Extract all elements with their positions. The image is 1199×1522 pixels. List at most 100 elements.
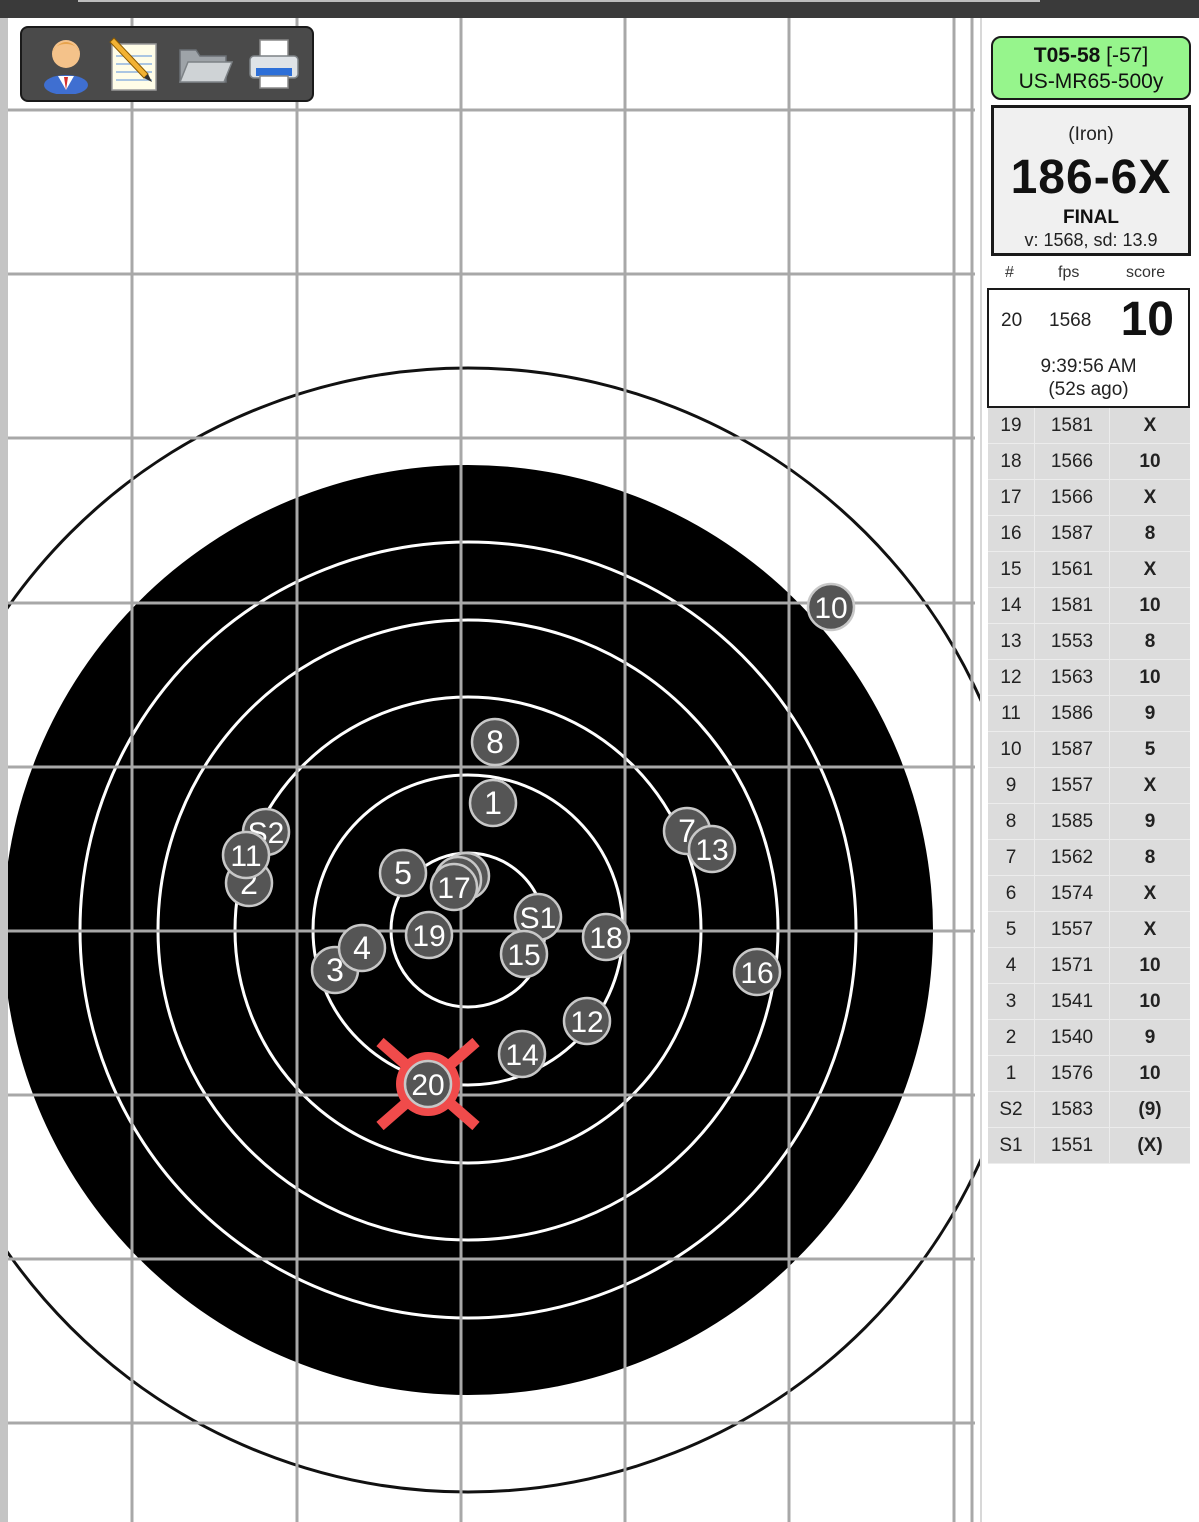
table-row[interactable]: 2 1540 9 (988, 1019, 1190, 1056)
shot-fps: 1540 (1034, 1019, 1110, 1056)
target-offset: [-57] (1106, 44, 1149, 67)
table-row[interactable]: 16 1587 8 (988, 515, 1190, 552)
header-num: # (1005, 264, 1014, 281)
shot-fps: 1581 (1034, 587, 1110, 624)
shot-marker-label: 17 (437, 872, 470, 905)
table-row[interactable]: 13 1553 8 (988, 623, 1190, 660)
shot-marker[interactable]: 16 (732, 947, 782, 997)
target-id-line: T05-58 [-57] (993, 44, 1189, 68)
shot-number: 8 (988, 803, 1035, 840)
table-row[interactable]: 18 1566 10 (988, 443, 1190, 480)
course-name: US-MR65-500y (1018, 70, 1164, 93)
shot-marker[interactable]: 18 (581, 912, 631, 962)
table-row[interactable]: 8 1585 9 (988, 803, 1190, 840)
notes-button[interactable] (104, 34, 164, 94)
target-canvas[interactable]: 81S22116951719S11518347131016121420 (0, 18, 980, 1522)
header-fps: fps (1058, 264, 1080, 281)
shot-marker[interactable]: 11 (221, 830, 271, 880)
shot-marker-label: 5 (394, 855, 412, 891)
shot-number: 9 (988, 767, 1035, 804)
shot-marker[interactable]: 5 (378, 848, 428, 898)
shot-score: X (1109, 767, 1190, 804)
latest-shot-fps: 1568 (1049, 310, 1092, 331)
table-row[interactable]: 7 1562 8 (988, 839, 1190, 876)
table-row[interactable]: 10 1587 5 (988, 731, 1190, 768)
shot-marker[interactable]: 13 (687, 824, 737, 874)
table-row[interactable]: 1 1576 10 (988, 1055, 1190, 1092)
table-row[interactable]: S2 1583 (9) (988, 1091, 1190, 1128)
person-icon (44, 40, 88, 95)
table-row[interactable]: 12 1563 10 (988, 659, 1190, 696)
table-row[interactable]: 4 1571 10 (988, 947, 1190, 984)
shot-marker-label: 11 (230, 840, 261, 873)
table-row[interactable]: 14 1581 10 (988, 587, 1190, 624)
print-button[interactable] (244, 34, 304, 94)
shot-number: 6 (988, 875, 1035, 912)
table-row[interactable]: 9 1557 X (988, 767, 1190, 804)
folder-icon (178, 49, 234, 83)
table-row[interactable]: 6 1574 X (988, 875, 1190, 912)
shot-number: 2 (988, 1019, 1035, 1056)
latest-shot-ago: (52s ago) (1048, 379, 1129, 400)
shot-number: 5 (988, 911, 1035, 948)
shot-number: 3 (988, 983, 1035, 1020)
table-row[interactable]: 17 1566 X (988, 479, 1190, 516)
shot-score: 10 (1109, 587, 1190, 624)
shot-score: 10 (1109, 443, 1190, 480)
shot-marker-label: 16 (740, 957, 773, 990)
shot-marker[interactable]: 10 (806, 582, 856, 632)
header-score: score (1126, 264, 1166, 281)
sights-type: (Iron) (1068, 124, 1114, 145)
shot-number: 10 (988, 731, 1035, 768)
shot-marker-label: 12 (570, 1006, 603, 1039)
latest-shot-score: 10 (1120, 293, 1174, 346)
shot-marker[interactable]: 19 (404, 910, 454, 960)
printer-icon (249, 39, 299, 89)
match-status: FINAL (1063, 207, 1119, 228)
shot-score: X (1109, 911, 1190, 948)
target-id: T05-58 (1033, 44, 1101, 67)
open-button[interactable] (174, 34, 234, 94)
shot-marker[interactable]: 17 (429, 862, 479, 912)
shot-number: 17 (988, 479, 1035, 516)
shot-marker[interactable]: 1 (468, 778, 518, 828)
total-score: 186-6X (1010, 151, 1172, 204)
shot-marker-label: 19 (412, 920, 445, 953)
target-tag[interactable]: T05-58 [-57] US-MR65-500y (991, 36, 1191, 100)
table-row[interactable]: 15 1561 X (988, 551, 1190, 588)
shot-marker[interactable]: 4 (337, 923, 387, 973)
notepad-icon (109, 37, 157, 91)
shot-fps: 1586 (1034, 695, 1110, 732)
shot-marker-label: 13 (695, 834, 728, 867)
table-row[interactable]: 5 1557 X (988, 911, 1190, 948)
top-bar (0, 0, 1199, 18)
latest-shot[interactable]: 20 1568 10 9:39:56 AM (52s ago) (987, 288, 1190, 408)
shot-fps: 1553 (1034, 623, 1110, 660)
table-row[interactable]: 11 1586 9 (988, 695, 1190, 732)
shot-fps: 1587 (1034, 731, 1110, 768)
table-row[interactable]: S1 1551 (X) (988, 1127, 1190, 1164)
shooter-button[interactable] (36, 34, 96, 95)
shot-marker[interactable]: 8 (470, 717, 520, 767)
table-row[interactable]: 3 1541 10 (988, 983, 1190, 1020)
shot-marker-label: 18 (589, 922, 622, 955)
shot-number: 4 (988, 947, 1035, 984)
target-svg[interactable]: 81S22116951719S11518347131016121420 (0, 18, 980, 1522)
shot-marker[interactable]: 14 (497, 1029, 547, 1079)
shot-fps: 1561 (1034, 551, 1110, 588)
table-row[interactable]: 19 1581 X (988, 408, 1190, 444)
shot-number: 13 (988, 623, 1035, 660)
shot-marker[interactable]: 12 (562, 996, 612, 1046)
shot-number: S2 (988, 1091, 1035, 1128)
shot-fps: 1571 (1034, 947, 1110, 984)
shot-score: (X) (1109, 1127, 1190, 1164)
shot-score: X (1109, 551, 1190, 588)
toolbar (20, 26, 314, 102)
shot-score: X (1109, 875, 1190, 912)
shot-marker-label: 14 (505, 1039, 538, 1072)
shot-fps: 1583 (1034, 1091, 1110, 1128)
latest-shot-number: 20 (1001, 310, 1023, 331)
shot-fps: 1557 (1034, 911, 1110, 948)
shot-marker[interactable]: 15 (499, 929, 549, 979)
shot-score: 8 (1109, 623, 1190, 660)
